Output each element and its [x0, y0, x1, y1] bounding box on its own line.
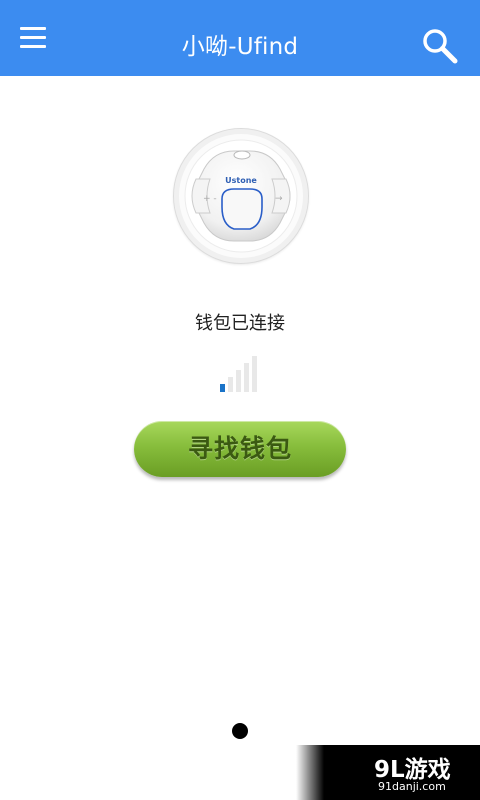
connection-status-text: 钱包已连接 [195, 313, 285, 334]
signal-strength-indicator [220, 352, 264, 392]
watermark-url: 91danji.com [378, 780, 446, 793]
signal-bar [244, 363, 249, 392]
signal-bar [220, 384, 225, 392]
search-icon [423, 29, 458, 64]
watermark: 9L游戏 91danji.com [296, 745, 480, 800]
signal-bar [236, 370, 241, 392]
app-bar: 小呦-Ufind [0, 0, 480, 76]
app-title: 小呦-Ufind [181, 34, 299, 60]
page-indicator-dot [232, 723, 248, 739]
tracker-tag-device: + - → Ustone [184, 139, 298, 253]
find-wallet-button[interactable]: 寻找钱包 [134, 421, 346, 477]
svg-text:→: → [275, 194, 283, 204]
watermark-brand: 9L游戏 [374, 757, 451, 783]
device-image: + - → Ustone [173, 128, 309, 264]
signal-bar [228, 377, 233, 392]
device-brand-label: Ustone [225, 176, 257, 185]
search-button[interactable] [420, 26, 464, 70]
svg-text:+ -: + - [203, 194, 217, 204]
find-wallet-button-label: 寻找钱包 [187, 434, 292, 463]
signal-bar [252, 356, 257, 392]
